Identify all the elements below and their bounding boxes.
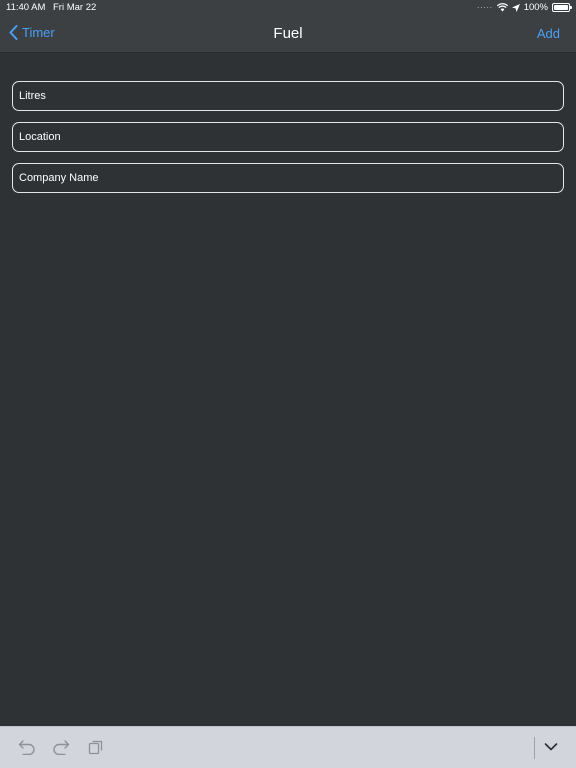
keyboard-toolbar [0,726,576,768]
fuel-form [12,81,564,204]
status-indicators: ····· 100% [476,2,572,13]
battery-fill [554,5,568,10]
navigation-bar: Timer Fuel Add [0,16,576,53]
location-input[interactable] [12,122,564,152]
wifi-icon [496,3,508,12]
redo-icon[interactable] [52,739,70,755]
toolbar-divider [534,737,535,759]
page-title: Fuel [273,25,303,42]
add-button[interactable]: Add [537,26,560,41]
undo-icon[interactable] [18,739,36,755]
status-time: 11:40 AM [6,2,46,13]
chevron-down-icon[interactable] [544,742,558,752]
status-bar: 11:40 AM Fri Mar 22 ····· 100% [0,0,576,16]
litres-input[interactable] [12,81,564,111]
location-arrow-icon [511,3,520,12]
signal-dots-icon: ····· [476,2,493,12]
battery-icon [552,3,572,12]
company-name-input[interactable] [12,163,564,193]
battery-percent: 100% [523,2,548,13]
paste-icon[interactable] [88,739,104,755]
status-date: Fri Mar 22 [53,2,97,13]
